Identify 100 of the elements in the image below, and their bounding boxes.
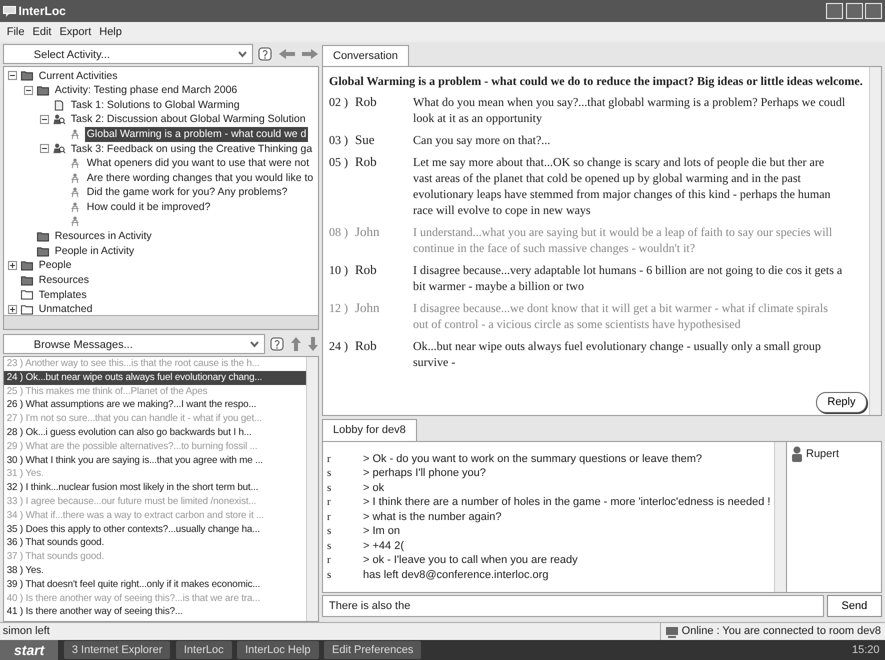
message-browser-select[interactable]: Browse Messages... [2, 334, 265, 354]
lobby-tab[interactable]: Lobby for dev8 [322, 419, 417, 440]
post-author: Rob [355, 338, 378, 356]
message-list-item[interactable]: 30 ) What I think you are saying is...that you agree with me ... [4, 454, 306, 468]
post-text: I understand...what you are saying but it would be a leap of faith to say our species will continue in the face of such massive changes - wouldn't it? [413, 224, 834, 256]
people-icon [52, 143, 66, 154]
computer-icon [664, 626, 679, 638]
message-list-item[interactable]: 36 ) That sounds good. [4, 536, 306, 550]
post-text: I disagree because...we dont know that it will get a bit warmer - what if climate spirals out of control - a vicious circle as some scientists have hypothesised [413, 300, 829, 332]
connection-status-text: Online : You are connected to room dev8 [682, 624, 881, 640]
taskbar-button[interactable]: Edit Preferences [324, 640, 422, 660]
conversation-tab[interactable]: Conversation [322, 44, 409, 66]
sender-initial: r [326, 452, 332, 466]
sender-initial: s [326, 480, 332, 495]
taskbar-button[interactable]: 3 Internet Explorer [64, 640, 170, 660]
forward-arrow-icon[interactable] [301, 48, 320, 60]
chat-message: > ok [363, 480, 384, 495]
post-author: John [355, 224, 381, 242]
tree-item[interactable]: Are there wording changes that you would like to [84, 170, 314, 186]
tree-item[interactable]: People [36, 258, 74, 273]
tree-item[interactable]: Task 1: Solutions to Global Warming [68, 98, 242, 112]
collapse-icon[interactable] [8, 70, 17, 82]
chat-message: > +44 2( [363, 538, 404, 553]
post-author: Sue [355, 132, 376, 148]
menu-item[interactable]: Help [95, 22, 126, 42]
sender-initial: s [326, 538, 332, 553]
tree-item[interactable]: What openers did you want to use that were not [84, 156, 312, 171]
reply-button[interactable]: Reply [816, 392, 866, 412]
vertical-scrollbar[interactable] [869, 67, 882, 416]
message-list-item[interactable]: 38 ) Yes. [4, 564, 306, 578]
expand-icon[interactable] [8, 260, 17, 272]
clock-text: 15:20 [850, 642, 880, 658]
app-icon [2, 6, 16, 16]
post-author: Rob [355, 94, 378, 112]
post-number: 12 ) [329, 300, 349, 318]
post-author: Rob [355, 262, 378, 280]
post-number: 03 ) [329, 132, 349, 148]
maximize-button[interactable] [846, 3, 862, 19]
message-list-item[interactable]: 39 ) That doesn't feel quite right...only if it makes economic... [4, 578, 306, 592]
collapse-icon[interactable] [40, 114, 49, 126]
send-button[interactable]: Send [826, 595, 882, 618]
message-list-item[interactable]: 26 ) What assumptions are we making?...I want the respo... [4, 398, 306, 412]
tree-item[interactable]: Did the game work for you? Any problems? [84, 185, 290, 200]
post-text: I disagree because...very adaptable lot humans - 6 billion are not going to die cos it gets a bit warmer - maybe a billion or two [413, 262, 844, 294]
post-text: Ok...but near wipe outs always fuel evolutionary change - usually only a small group survive - [413, 338, 822, 370]
tree-item[interactable]: Current Activities [36, 68, 120, 84]
window-title: InterLoc [18, 3, 66, 20]
taskbar-button[interactable]: InterLoc Help [237, 640, 319, 660]
message-list-item[interactable]: 28 ) Ok...i guess evolution can also go backwards but I h... [4, 426, 306, 440]
collapse-icon[interactable] [40, 143, 49, 154]
tree-item[interactable]: Unmatched [36, 302, 94, 315]
tree-item[interactable]: Resources [36, 272, 91, 288]
status-text: simon left [2, 624, 51, 639]
vertical-scrollbar[interactable] [306, 357, 318, 621]
message-list-item[interactable]: 32 ) I think...nuclear fusion most likely in the short term but... [4, 481, 306, 495]
close-button[interactable] [865, 3, 882, 19]
taskbar-button[interactable]: InterLoc [176, 640, 232, 660]
message-list-item[interactable]: 24 ) Ok...but near wipe outs always fuel evolutionary chang... [4, 370, 306, 385]
tree-item[interactable]: Task 2: Discussion about Global Warming Solution [68, 112, 308, 127]
help-icon[interactable] [258, 46, 272, 61]
message-list-item[interactable]: 41 ) Is there another way of seeing this?... [4, 605, 306, 620]
post-number: 08 ) [329, 224, 349, 242]
post-number: 10 ) [329, 262, 349, 280]
post-text: Let me say more about that...OK so change is scary and lots of people die but ther are vast areas of the planet that cold be opened up by global warming and in the past evolutionary leaps have stemmed from major changes of this kind - perhaps the human race will evolve to cope in new ways [413, 154, 832, 218]
tree-item[interactable]: Activity: Testing phase end March 2006 [52, 83, 240, 98]
sender-initial: r [326, 495, 332, 510]
chat-message: has left dev8@conference.interloc.org [363, 568, 548, 582]
folder-icon [20, 274, 34, 286]
activity-select[interactable]: Select Activity... [2, 44, 253, 64]
chat-message: > perhaps I'll phone you? [363, 466, 486, 480]
horizontal-scrollbar[interactable] [4, 314, 318, 329]
start-button[interactable]: start [0, 640, 58, 660]
collapse-icon[interactable] [24, 85, 33, 96]
back-arrow-icon[interactable] [278, 48, 296, 60]
post-text: What do you mean when you say?...that globabl warming is a problem? Perhaps we coudl look at it as an opportunity [413, 94, 846, 126]
tree-item[interactable]: Global Warming is a problem - what could we d [84, 127, 308, 142]
down-arrow-icon[interactable] [307, 336, 320, 352]
folder-icon [36, 246, 50, 257]
menu-item[interactable]: Export [55, 22, 96, 42]
help-icon[interactable] [270, 337, 284, 352]
expand-icon[interactable] [8, 304, 17, 315]
minimize-button[interactable] [826, 3, 843, 19]
menu-item[interactable]: File [2, 22, 28, 42]
post-number: 24 ) [329, 338, 349, 356]
folder-icon [20, 70, 34, 82]
tree-item[interactable]: How could it be improved? [84, 200, 212, 215]
tree-item[interactable]: People in Activity [52, 244, 136, 258]
tree-item[interactable]: Task 3: Feedback on using the Creative Thinking ga [68, 142, 314, 156]
message-input-field[interactable]: There is also the [322, 595, 824, 618]
vertical-scrollbar[interactable] [774, 442, 786, 592]
post-number: 05 ) [329, 154, 349, 172]
up-arrow-icon[interactable] [290, 336, 302, 352]
tree-item[interactable]: Resources in Activity [52, 229, 154, 244]
participant-name[interactable]: Rupert [806, 446, 840, 462]
tree-item[interactable]: Templates [36, 288, 89, 302]
message-list-item[interactable]: 35 ) Does this apply to other contexts?...usually change ha... [4, 522, 306, 536]
sender-initial: s [326, 466, 332, 480]
chat-message: > Im on [363, 524, 400, 538]
sender-initial: s [326, 524, 332, 538]
menu-item[interactable]: Edit [28, 22, 56, 42]
